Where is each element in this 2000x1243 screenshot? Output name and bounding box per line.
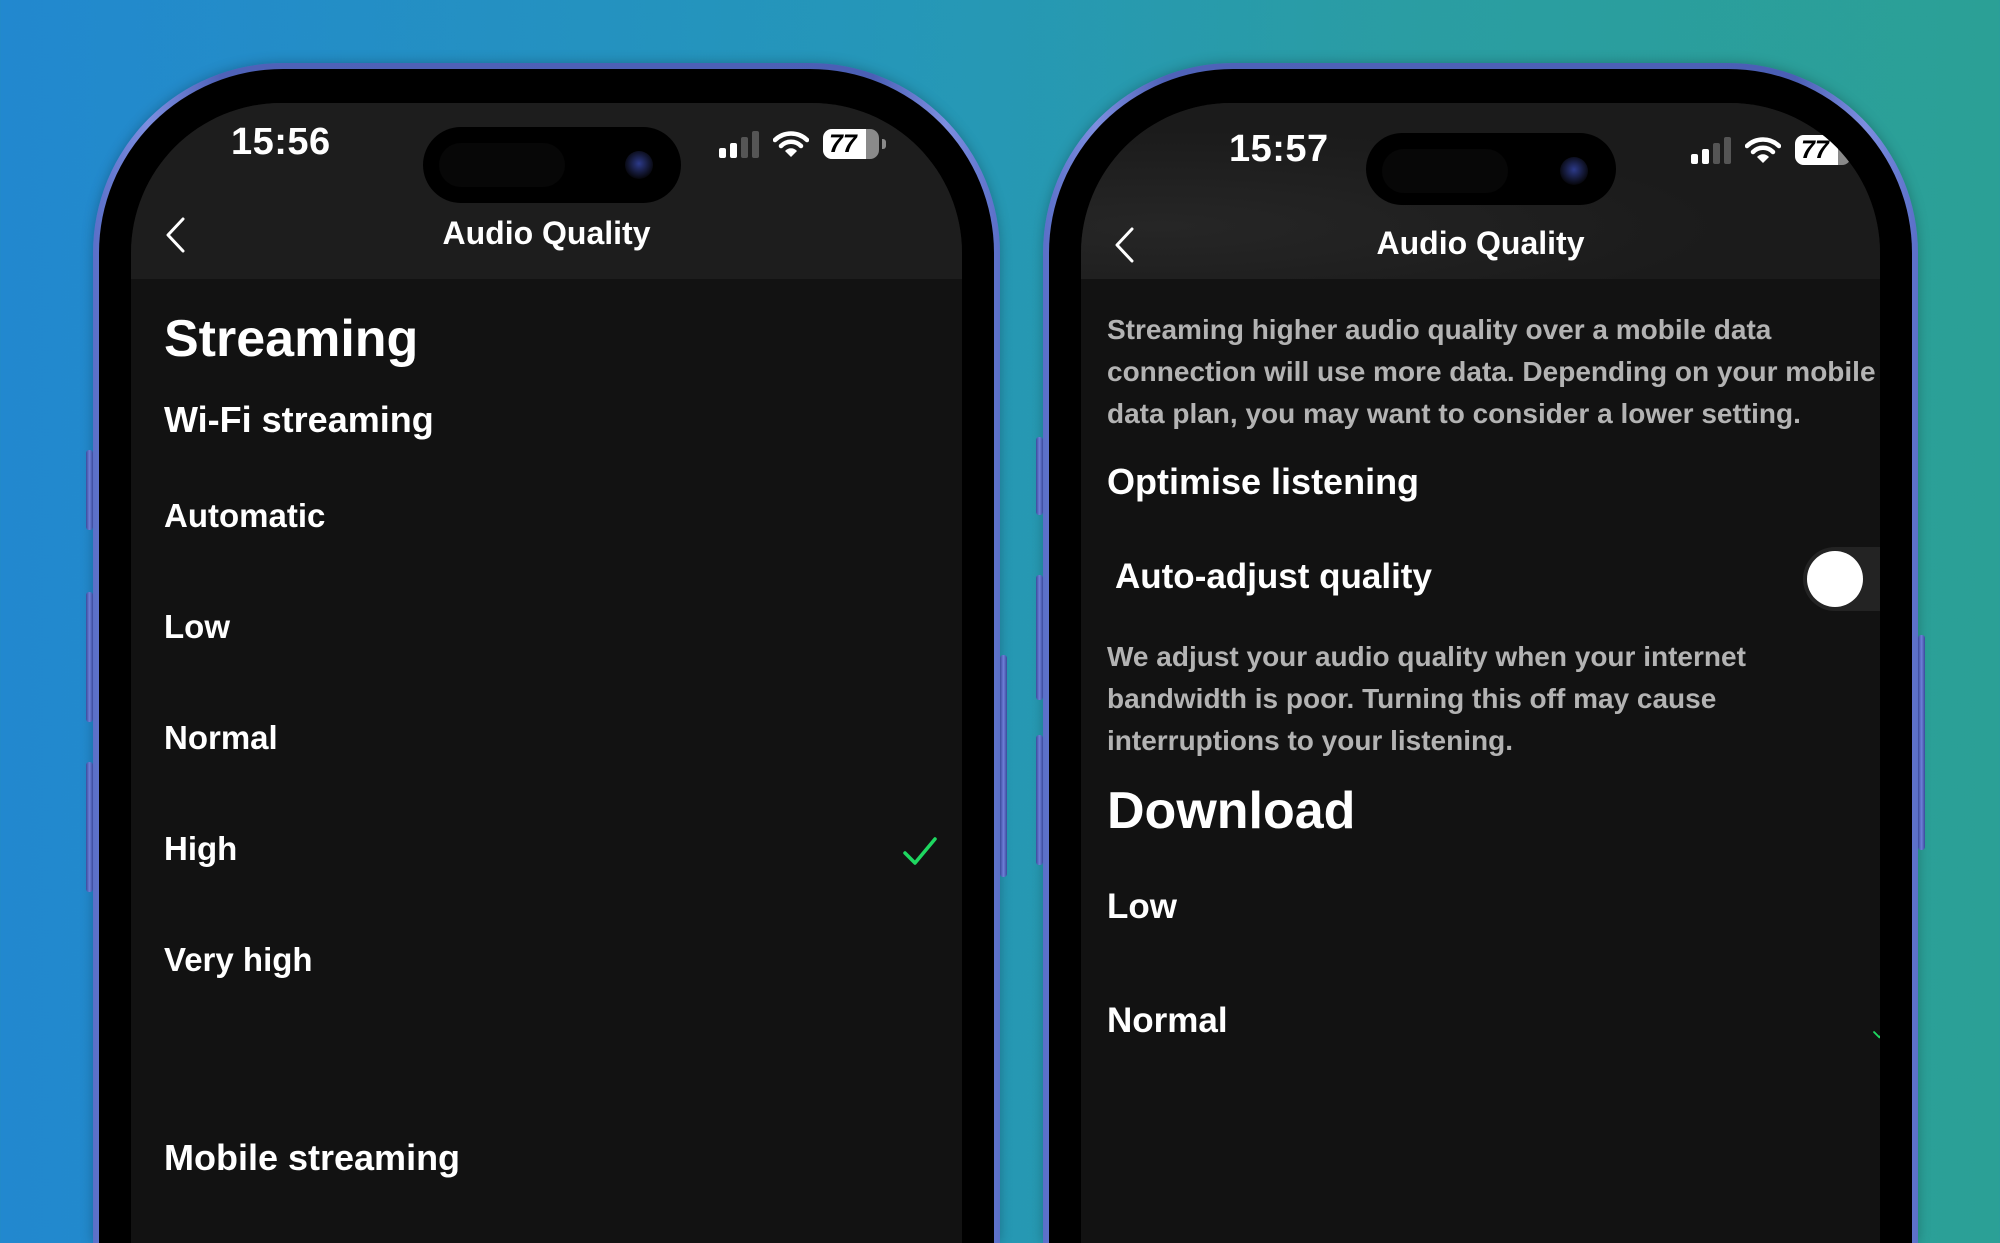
signal-icon [719, 130, 759, 158]
bezel: 15:57 77 Audio Quality Streaming higher … [1049, 69, 1912, 1243]
screen: 15:56 77 Audio Quality Streaming Wi-Fi s… [131, 103, 962, 1243]
battery-percent: 77 [1801, 135, 1829, 164]
dynamic-island [423, 127, 681, 203]
dynamic-island [1366, 133, 1616, 205]
subsection-mobile-streaming: Mobile streaming [164, 1137, 461, 1178]
app-header: 15:56 77 Audio Quality [131, 103, 962, 279]
quality-option[interactable]: Normal [164, 719, 278, 757]
status-icons: 77 [719, 129, 886, 159]
battery-icon: 77 [823, 129, 879, 159]
battery-percent: 77 [829, 129, 857, 158]
volume-up-button [1036, 575, 1043, 700]
volume-down-button [1036, 735, 1043, 865]
wifi-icon [773, 131, 809, 157]
mobile-data-note: Streaming higher audio quality over a mo… [1107, 314, 1876, 429]
auto-adjust-label: Auto-adjust quality [1115, 557, 1432, 596]
right-phone: 15:57 77 Audio Quality Streaming higher … [1036, 63, 1925, 1243]
side-button [86, 450, 93, 530]
download-quality-option[interactable]: Low [1107, 887, 1177, 927]
status-time: 15:57 [1229, 128, 1329, 170]
checkmark-icon [1873, 1023, 1880, 1044]
page-title: Audio Quality [442, 215, 651, 251]
quality-option[interactable]: Automatic [164, 497, 325, 535]
auto-adjust-note: We adjust your audio quality when your i… [1107, 641, 1746, 756]
quality-option[interactable]: Very high [164, 941, 313, 979]
wifi-icon [1745, 137, 1781, 163]
section-title-download: Download [1107, 782, 1356, 840]
power-button [1000, 655, 1007, 877]
volume-down-button [86, 762, 93, 892]
sensor [1382, 149, 1508, 193]
auto-adjust-toggle[interactable] [1803, 547, 1880, 611]
bezel: 15:56 77 Audio Quality Streaming Wi-Fi s… [99, 69, 994, 1243]
screen: 15:57 77 Audio Quality Streaming higher … [1081, 103, 1880, 1243]
power-button [1918, 635, 1925, 850]
camera-icon [1560, 157, 1588, 185]
volume-up-button [86, 592, 93, 722]
status-time: 15:56 [231, 121, 331, 163]
page-title: Audio Quality [1376, 225, 1585, 261]
side-button [1036, 437, 1043, 515]
toggle-knob [1807, 551, 1863, 607]
sensor [439, 143, 565, 187]
subsection-wifi-streaming: Wi-Fi streaming [164, 399, 434, 440]
quality-option[interactable]: High [164, 830, 237, 868]
camera-icon [625, 151, 653, 179]
optimise-listening-title: Optimise listening [1107, 461, 1420, 502]
battery-icon: 77 [1795, 135, 1851, 165]
section-title-streaming: Streaming [164, 310, 419, 368]
quality-option[interactable]: Low [164, 608, 230, 646]
status-icons: 77 [1691, 135, 1858, 165]
download-quality-option[interactable]: Normal [1107, 1001, 1228, 1041]
signal-icon [1691, 136, 1731, 164]
app-header: 15:57 77 Audio Quality [1081, 103, 1880, 279]
checkmark-icon [903, 836, 937, 871]
left-phone: 15:56 77 Audio Quality Streaming Wi-Fi s… [86, 63, 1007, 1243]
